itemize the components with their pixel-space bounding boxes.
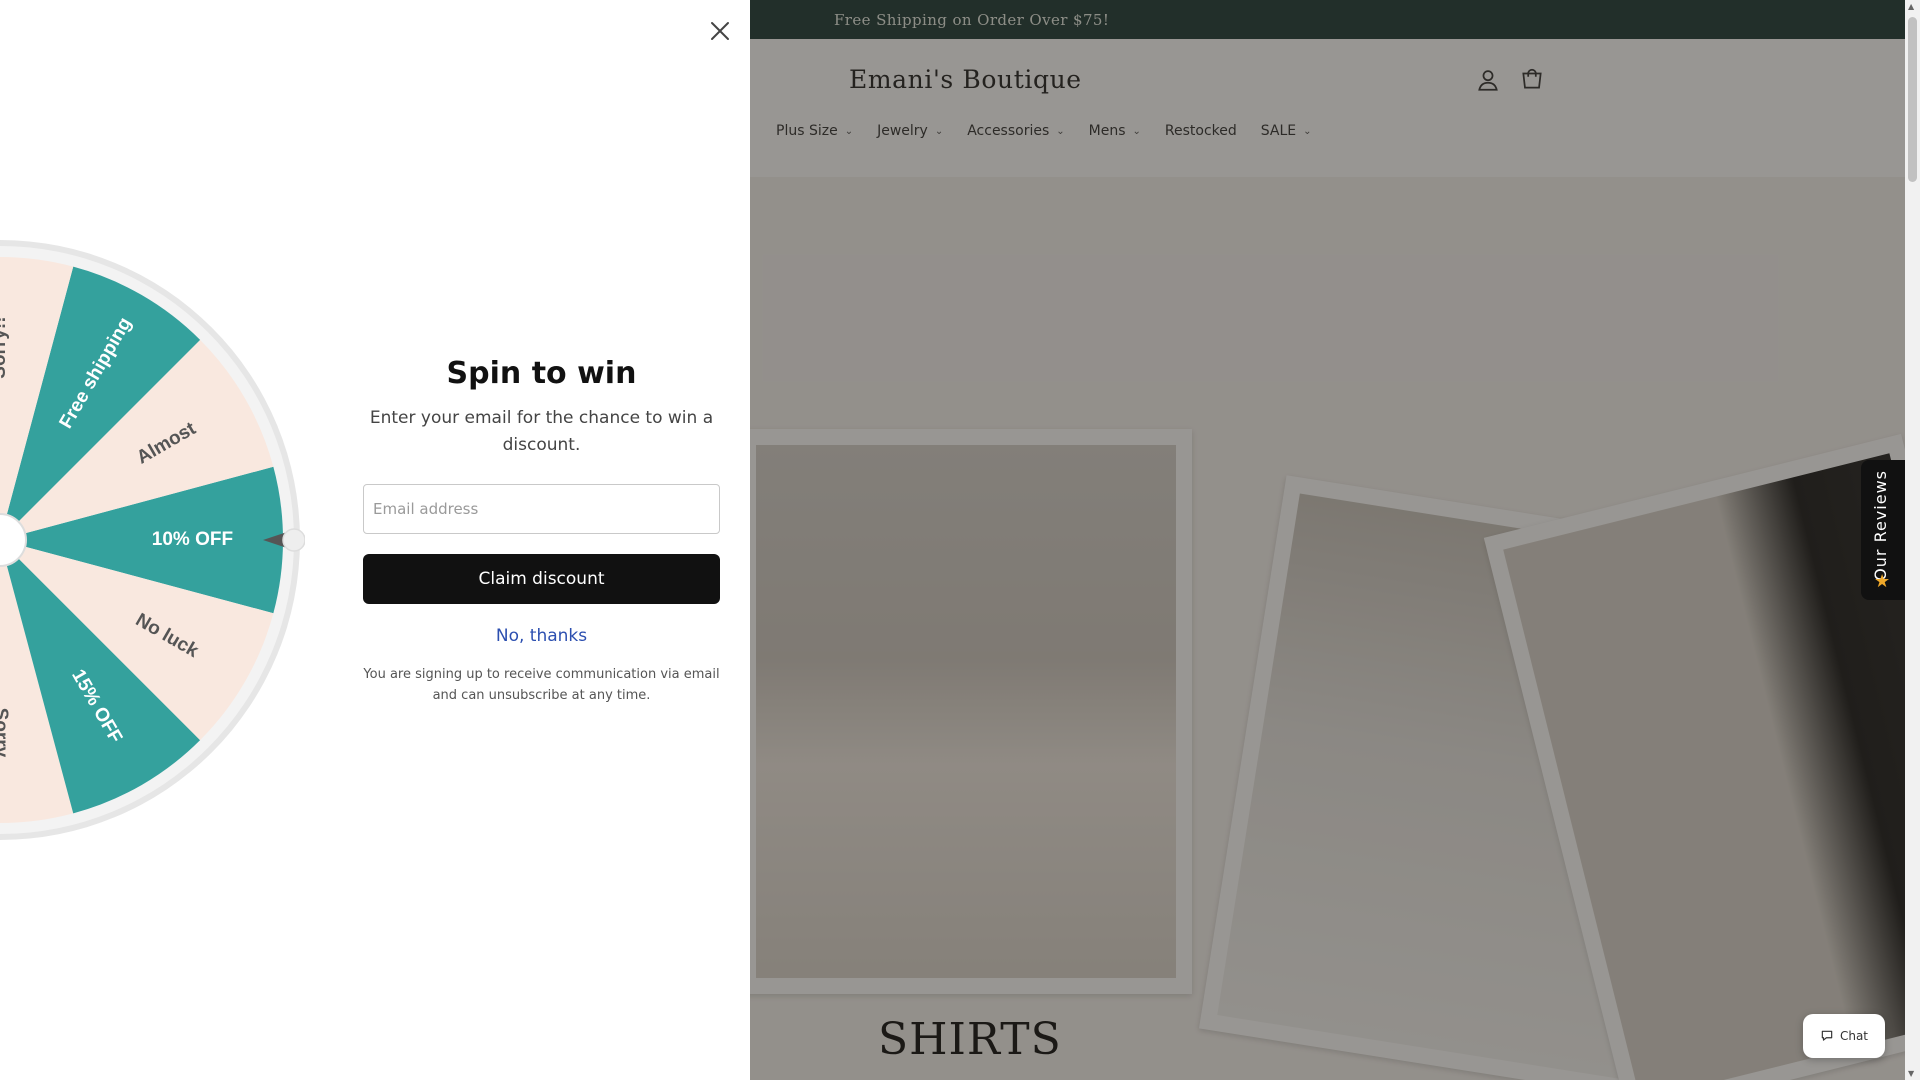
no-thanks-link[interactable]: No, thanks (496, 626, 587, 646)
chat-label: Chat (1839, 1029, 1869, 1043)
wheel-slice-label: Sorry!! (0, 316, 10, 378)
wheel-pointer-knob (282, 528, 306, 552)
prize-wheel: 10% OFF Almost Free shipping Sorry!! Sorry 15… (0, 235, 306, 845)
star-icon: ★ (1874, 571, 1891, 592)
spin-to-win-modal: 10% OFF Almost Free shipping Sorry!! Sorry 15… (0, 0, 750, 1080)
modal-overlay[interactable] (750, 0, 1905, 1080)
chat-bubble-icon (1821, 1030, 1833, 1041)
email-input[interactable] (363, 484, 720, 534)
popup-content: Spin to win Enter your email for the cha… (363, 350, 720, 706)
claim-discount-button[interactable]: Claim discount (363, 554, 720, 604)
popup-title: Spin to win (446, 356, 637, 391)
scroll-up-icon[interactable]: ▲ (1908, 2, 1914, 11)
page: Free Shipping on Order Over $75! Emani's… (0, 0, 1920, 1080)
chat-button[interactable]: Chat (1803, 1014, 1885, 1058)
reviews-tab[interactable]: Our Reviews ★ (1861, 460, 1905, 600)
prize-wheel-svg: 10% OFFAlmostFree shippingSorry!!Sorry 15… (0, 240, 306, 840)
disclaimer-text: You are signing up to receive communicat… (363, 667, 720, 703)
scroll-thumb[interactable] (1908, 17, 1917, 182)
page-scrollbar[interactable]: ▲ ▼ (1905, 0, 1920, 1080)
wheel-slice-label: Sorry (0, 708, 11, 758)
reviews-tab-label: Our Reviews (1871, 470, 1890, 581)
wheel-slice-label: 10% OFF (152, 529, 233, 550)
popup-subtitle: Enter your email for the chance to win a… (369, 408, 714, 455)
close-icon[interactable] (705, 16, 735, 46)
scroll-down-icon[interactable]: ▼ (1908, 1069, 1914, 1078)
